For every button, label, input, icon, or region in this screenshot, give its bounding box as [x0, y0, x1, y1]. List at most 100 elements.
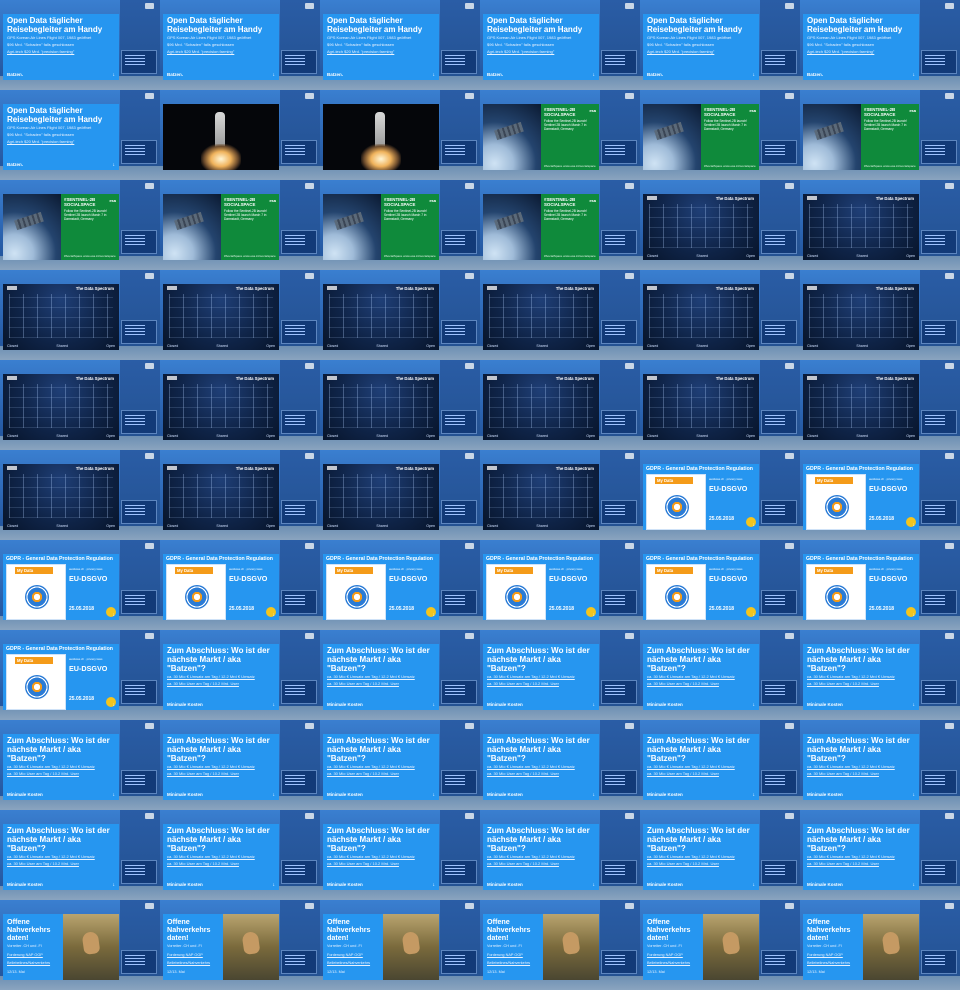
thumbnail-tile[interactable]: The Data Spectrum Closed Shared Open	[800, 270, 960, 360]
ceiling-light-icon	[305, 3, 314, 9]
thumbnail-tile[interactable]: esa #SENTINEL-2B SOCIALSPACE Follow the Se…	[480, 180, 640, 270]
thumbnail-tile[interactable]: The Data Spectrum Closed Shared Open	[640, 180, 800, 270]
down-arrow-icon: ↓	[272, 882, 276, 888]
thumbnail-tile[interactable]: The Data Spectrum Closed Shared Open	[0, 360, 160, 450]
thumbnail-tile[interactable]: Open Data täglicher Reisebegleiter am Ha…	[800, 0, 960, 90]
slide-text-line: Forderung NAP OGP	[647, 952, 683, 957]
thumbnail-tile[interactable]: Open Data täglicher Reisebegleiter am Ha…	[0, 0, 160, 90]
thumbnail-tile[interactable]: GDPR - General Data Protection Regulatio…	[480, 540, 640, 630]
thumbnail-tile[interactable]: Zum Abschluss: Wo ist der nächste Markt …	[320, 630, 480, 720]
thumbnail-tile[interactable]: The Data Spectrum Closed Shared Open	[480, 270, 640, 360]
thumbnail-tile[interactable]: Zum Abschluss: Wo ist der nächste Markt …	[160, 630, 320, 720]
sentinel-footer: #SocialSpace www.esa.int/socialspace	[384, 254, 436, 258]
spectrum-diagram	[649, 294, 753, 338]
thumbnail-tile[interactable]: GDPR - General Data Protection Regulatio…	[640, 540, 800, 630]
slide-nahverkehr: Offene Nahverkehrs daten! Vorreiter .CH u…	[323, 914, 439, 980]
thumbnail-tile[interactable]: The Data Spectrum Closed Shared Open	[320, 270, 480, 360]
thumbnail-tile[interactable]: esa #SENTINEL-2B SOCIALSPACE Follow the Se…	[160, 180, 320, 270]
ceiling-light-icon	[785, 183, 794, 189]
slide-spectrum: The Data Spectrum Closed Shared Open	[323, 284, 439, 350]
thumbnail-tile[interactable]: The Data Spectrum Closed Shared Open	[800, 360, 960, 450]
thumbnail-tile[interactable]: Zum Abschluss: Wo ist der nächste Markt …	[640, 810, 800, 900]
thumbnail-tile[interactable]: GDPR - General Data Protection Regulatio…	[320, 540, 480, 630]
thumbnail-tile[interactable]: Zum Abschluss: Wo ist der nächste Markt …	[160, 810, 320, 900]
thumbnail-tile[interactable]: Open Data täglicher Reisebegleiter am Ha…	[480, 0, 640, 90]
thumbnail-tile[interactable]: The Data Spectrum Closed Shared Open	[800, 180, 960, 270]
thumbnail-tile[interactable]: Zum Abschluss: Wo ist der nächste Markt …	[160, 720, 320, 810]
thumbnail-tile[interactable]: Zum Abschluss: Wo ist der nächste Markt …	[800, 810, 960, 900]
thumbnail-tile[interactable]: The Data Spectrum Closed Shared Open	[0, 450, 160, 540]
speaker-monitor-thumbnail	[601, 950, 637, 974]
slide-markt: Zum Abschluss: Wo ist der nächste Markt …	[643, 734, 759, 800]
thumbnail-tile[interactable]: Offene Nahverkehrs daten! Vorreiter .CH u…	[480, 900, 640, 990]
thumbnail-tile[interactable]: The Data Spectrum Closed Shared Open	[160, 270, 320, 360]
slide-text-line: Bellebelines/Nahverkehrs	[7, 961, 51, 966]
thumbnail-tile[interactable]: GDPR - General Data Protection Regulatio…	[800, 450, 960, 540]
spectrum-axis-label: Open	[106, 344, 115, 348]
thumbnail-tile[interactable]: Offene Nahverkehrs daten! Vorreiter .CH u…	[160, 900, 320, 990]
thumbnail-tile[interactable]: Zum Abschluss: Wo ist der nächste Markt …	[800, 720, 960, 810]
slide-markt: Zum Abschluss: Wo ist der nächste Markt …	[163, 644, 279, 710]
thumbnail-tile[interactable]: GDPR - General Data Protection Regulatio…	[0, 630, 160, 720]
slide-text-line: ca. 30 Mio € Umsatz am Tag / 12.2 Mrd € …	[167, 674, 255, 679]
spectrum-title: The Data Spectrum	[235, 286, 274, 291]
thumbnail-tile[interactable]: Zum Abschluss: Wo ist der nächste Markt …	[320, 720, 480, 810]
thumbnail-tile[interactable]: Open Data täglicher Reisebegleiter am Ha…	[0, 90, 160, 180]
thumbnail-tile[interactable]: esa #SENTINEL-2B SOCIALSPACE Follow the Se…	[800, 90, 960, 180]
thumbnail-tile[interactable]: Zum Abschluss: Wo ist der nächste Markt …	[640, 720, 800, 810]
earth-image	[643, 104, 701, 170]
thumbnail-tile[interactable]: Zum Abschluss: Wo ist der nächste Markt …	[320, 810, 480, 900]
thumbnail-tile[interactable]	[320, 90, 480, 180]
spectrum-axis-label: Shared	[696, 344, 708, 348]
thumbnail-tile[interactable]: The Data Spectrum Closed Shared Open	[480, 450, 640, 540]
gdpr-small-text: austlaws.ch · privacy laws	[869, 567, 903, 571]
speaker-monitor-thumbnail	[121, 770, 157, 794]
thumbnail-tile[interactable]: Zum Abschluss: Wo ist der nächste Markt …	[480, 630, 640, 720]
thumbnail-tile[interactable]: Zum Abschluss: Wo ist der nächste Markt …	[640, 630, 800, 720]
thumbnail-tile[interactable]: GDPR - General Data Protection Regulatio…	[800, 540, 960, 630]
thumbnail-tile[interactable]: Zum Abschluss: Wo ist der nächste Markt …	[800, 630, 960, 720]
thumbnail-tile[interactable]: The Data Spectrum Closed Shared Open	[640, 270, 800, 360]
thumbnail-tile[interactable]: Offene Nahverkehrs daten! Vorreiter .CH u…	[0, 900, 160, 990]
thumbnail-tile[interactable]: esa #SENTINEL-2B SOCIALSPACE Follow the Se…	[640, 90, 800, 180]
down-arrow-icon: ↓	[752, 792, 756, 798]
ceiling-light-icon	[465, 633, 474, 639]
thumbnail-tile[interactable]: Open Data täglicher Reisebegleiter am Ha…	[320, 0, 480, 90]
slide-text-line: Agri-tech $20 Mrd. "precision farming"	[327, 49, 395, 54]
thumbnail-tile[interactable]: The Data Spectrum Closed Shared Open	[320, 450, 480, 540]
thumbnail-tile[interactable]: Open Data täglicher Reisebegleiter am Ha…	[640, 0, 800, 90]
thumbnail-tile[interactable]: Zum Abschluss: Wo ist der nächste Markt …	[0, 720, 160, 810]
thumbnail-tile[interactable]: The Data Spectrum Closed Shared Open	[160, 450, 320, 540]
thumbnail-tile[interactable]: Offene Nahverkehrs daten! Vorreiter .CH u…	[640, 900, 800, 990]
speaker-monitor-thumbnail	[761, 500, 797, 524]
thumbnail-tile[interactable]: The Data Spectrum Closed Shared Open	[160, 360, 320, 450]
satellite-icon	[494, 121, 524, 141]
thumbnail-tile[interactable]: Zum Abschluss: Wo ist der nächste Markt …	[0, 810, 160, 900]
thumbnail-tile[interactable]: GDPR - General Data Protection Regulatio…	[640, 450, 800, 540]
thumbnail-tile[interactable]: The Data Spectrum Closed Shared Open	[480, 360, 640, 450]
thumbnail-tile[interactable]: Offene Nahverkehrs daten! Vorreiter .CH u…	[320, 900, 480, 990]
thumbnail-tile[interactable]	[160, 90, 320, 180]
spectrum-axis-labels: Closed Shared Open	[647, 254, 755, 258]
thumbnail-tile[interactable]: Offene Nahverkehrs daten! Vorreiter .CH u…	[800, 900, 960, 990]
slide-title: Zum Abschluss: Wo ist der nächste Markt …	[167, 736, 270, 763]
thumbnail-tile[interactable]: The Data Spectrum Closed Shared Open	[320, 360, 480, 450]
thumbnail-tile[interactable]: Open Data täglicher Reisebegleiter am Ha…	[160, 0, 320, 90]
thumbnail-tile[interactable]: The Data Spectrum Closed Shared Open	[640, 360, 800, 450]
thumbnail-tile[interactable]: GDPR - General Data Protection Regulatio…	[160, 540, 320, 630]
ceiling-light-icon	[945, 633, 954, 639]
slide-markt: Zum Abschluss: Wo ist der nächste Markt …	[323, 824, 439, 890]
thumbnail-tile[interactable]: The Data Spectrum Closed Shared Open	[0, 270, 160, 360]
thumbnail-tile[interactable]: GDPR - General Data Protection Regulatio…	[0, 540, 160, 630]
thumbnail-tile[interactable]: Zum Abschluss: Wo ist der nächste Markt …	[480, 810, 640, 900]
nahverkehr-left: Offene Nahverkehrs daten! Vorreiter .CH u…	[163, 914, 223, 980]
thumbnail-tile[interactable]: esa #SENTINEL-2B SOCIALSPACE Follow the Se…	[0, 180, 160, 270]
spectrum-axis-label: Open	[266, 344, 275, 348]
thumbnail-tile[interactable]: Zum Abschluss: Wo ist der nächste Markt …	[480, 720, 640, 810]
spectrum-axis-label: Closed	[487, 344, 499, 348]
thumbnail-tile[interactable]: esa #SENTINEL-2B SOCIALSPACE Follow the Se…	[320, 180, 480, 270]
thumbnail-tile[interactable]: esa #SENTINEL-2B SOCIALSPACE Follow the Se…	[480, 90, 640, 180]
spectrum-diagram	[9, 294, 113, 338]
slide-text-line: GPS Korean Air Lines Flight 007, 1983 ge…	[647, 35, 732, 40]
gdpr-title: GDPR - General Data Protection Regulatio…	[646, 556, 753, 562]
